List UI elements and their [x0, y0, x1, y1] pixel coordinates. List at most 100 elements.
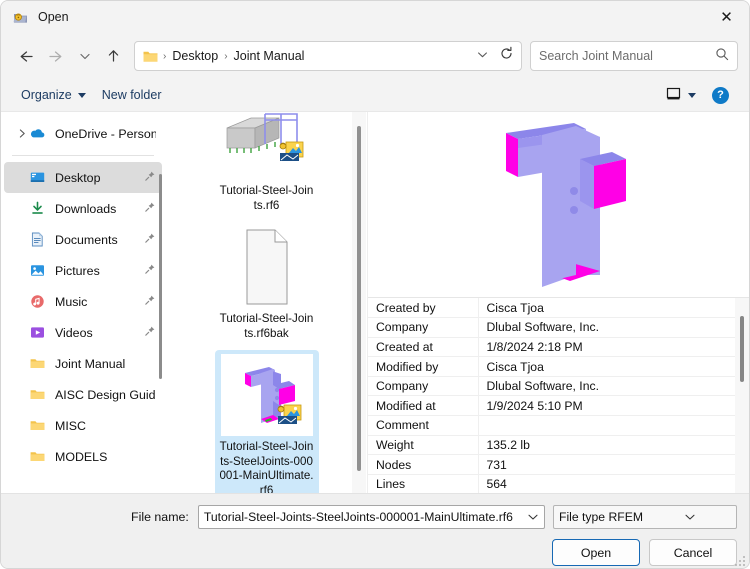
- documents-icon: [29, 231, 46, 248]
- property-key: Created at: [368, 337, 479, 358]
- table-row: Lines 564: [368, 474, 735, 493]
- sidebar-item-label: Videos: [55, 325, 93, 340]
- sidebar-item-pictures[interactable]: Pictures: [4, 255, 162, 286]
- blank-document-thumbnail: [221, 226, 313, 308]
- sidebar-item-music[interactable]: Music: [4, 286, 162, 317]
- pin-icon[interactable]: [144, 200, 156, 218]
- table-row: Nodes 731: [368, 454, 735, 475]
- folder-icon: [29, 417, 46, 434]
- help-icon: ?: [712, 86, 729, 104]
- file-list-scrollbar-thumb[interactable]: [357, 126, 361, 471]
- view-layout-icon: [665, 86, 682, 105]
- breadcrumb-joint-manual[interactable]: Joint Manual: [229, 46, 310, 66]
- file-tile-steel-joints-rf6bak[interactable]: Tutorial-Steel-Joints.rf6bak: [215, 222, 319, 346]
- pin-icon[interactable]: [144, 169, 156, 187]
- sidebar-item-misc[interactable]: MISC: [4, 410, 162, 441]
- property-value: Dlubal Software, Inc.: [478, 376, 735, 397]
- dialog-body: OneDrive - Personal Desktop: [1, 111, 749, 493]
- property-value: 135.2 lb: [478, 435, 735, 456]
- sidebar-item-onedrive[interactable]: OneDrive - Personal: [4, 118, 162, 149]
- chevron-down-icon: [77, 92, 86, 98]
- property-key: Modified by: [368, 356, 479, 377]
- sidebar-scrollbar[interactable]: [159, 174, 162, 379]
- table-row: Company Dlubal Software, Inc.: [368, 317, 735, 338]
- sidebar-item-aisc-design-guide[interactable]: AISC Design Guid: [4, 379, 162, 410]
- help-button[interactable]: ?: [704, 83, 737, 108]
- file-tile-steel-joints-mainultimate[interactable]: Tutorial-Steel-Joints-SteelJoints-000001…: [214, 350, 319, 493]
- search-box[interactable]: [530, 41, 738, 71]
- pin-icon[interactable]: [144, 262, 156, 280]
- file-type-combobox[interactable]: File type RFEM (*.rf6 *.rf6bak *.r: [553, 505, 737, 529]
- forward-button[interactable]: [41, 41, 70, 71]
- sidebar-item-desktop[interactable]: Desktop: [4, 162, 162, 193]
- change-view-button[interactable]: [657, 82, 704, 109]
- property-value: Cisca Tjoa: [478, 298, 735, 319]
- open-button[interactable]: Open: [552, 539, 640, 566]
- file-type-value: File type RFEM (*.rf6 *.rf6bak *.r: [559, 510, 647, 524]
- property-key: Lines: [368, 474, 479, 493]
- close-icon: ✕: [720, 9, 733, 26]
- back-button[interactable]: [12, 41, 41, 71]
- refresh-icon: [499, 46, 514, 66]
- recent-locations-chevron-icon: [78, 50, 92, 62]
- file-tile-steel-joints-rf6[interactable]: Tutorial-Steel-Joints.rf6: [215, 112, 319, 218]
- sidebar-item-models[interactable]: MODELS: [4, 441, 162, 472]
- open-button-label: Open: [580, 545, 612, 560]
- file-name-combobox[interactable]: [197, 505, 545, 529]
- property-value: Cisca Tjoa: [478, 356, 735, 377]
- pictures-icon: [29, 262, 46, 279]
- address-dropdown-button[interactable]: [470, 43, 494, 69]
- pin-icon[interactable]: [144, 231, 156, 249]
- close-button[interactable]: ✕: [704, 1, 749, 33]
- pin-icon[interactable]: [144, 293, 156, 311]
- refresh-button[interactable]: [494, 43, 518, 69]
- sidebar-item-documents[interactable]: Documents: [4, 224, 162, 255]
- new-folder-button[interactable]: New folder: [94, 84, 170, 106]
- details-pane: Created by Cisca Tjoa Company Dlubal Sof…: [368, 112, 749, 493]
- sidebar-item-joint-manual[interactable]: Joint Manual: [4, 348, 162, 379]
- breadcrumb-desktop[interactable]: Desktop: [167, 46, 223, 66]
- cancel-button-label: Cancel: [673, 545, 713, 560]
- address-bar[interactable]: › Desktop › Joint Manual: [134, 41, 522, 71]
- new-folder-label: New folder: [101, 88, 162, 102]
- property-value: 1/8/2024 2:18 PM: [478, 337, 735, 358]
- search-icon: [715, 47, 729, 66]
- property-key: Weight: [368, 435, 479, 456]
- file-name-input[interactable]: [203, 510, 524, 524]
- pin-icon[interactable]: [144, 324, 156, 342]
- resize-grip[interactable]: [735, 555, 746, 566]
- chevron-down-icon[interactable]: [647, 512, 735, 522]
- open-file-dialog: Open ✕ › Desktop › Joint Manual Search J…: [0, 0, 750, 569]
- sidebar-item-downloads[interactable]: Downloads: [4, 193, 162, 224]
- organize-button[interactable]: Organize: [13, 84, 94, 106]
- search-input[interactable]: [539, 49, 715, 63]
- properties-scrollbar-thumb[interactable]: [740, 316, 744, 382]
- expand-chevron-icon[interactable]: [15, 128, 29, 139]
- recent-locations-button[interactable]: [70, 41, 99, 71]
- chevron-down-icon[interactable]: [524, 512, 542, 522]
- table-row: Created by Cisca Tjoa: [368, 298, 735, 319]
- up-button[interactable]: [99, 41, 128, 71]
- sidebar-item-videos[interactable]: Videos: [4, 317, 162, 348]
- dialog-footer: File name: File type RFEM (*.rf6 *.rf6ba…: [1, 493, 749, 568]
- navigation-sidebar: OneDrive - Personal Desktop: [1, 112, 166, 493]
- table-row: Weight 135.2 lb: [368, 435, 735, 456]
- property-value: Dlubal Software, Inc.: [478, 317, 735, 338]
- steel-frame-thumbnail: [221, 112, 313, 180]
- steel-joint-3d-preview: [423, 114, 694, 295]
- table-row: Modified at 1/9/2024 5:10 PM: [368, 395, 735, 417]
- table-row: Company Dlubal Software, Inc.: [368, 376, 735, 397]
- cancel-button[interactable]: Cancel: [649, 539, 737, 566]
- title-bar: Open ✕: [1, 1, 749, 33]
- downloads-icon: [29, 200, 46, 217]
- table-row: Modified by Cisca Tjoa: [368, 356, 735, 377]
- property-key: Created by: [368, 298, 479, 319]
- property-key: Company: [368, 317, 479, 338]
- up-arrow-icon: [106, 48, 121, 64]
- folder-icon: [29, 448, 46, 465]
- sidebar-divider: [12, 155, 154, 156]
- property-value: 564: [478, 474, 735, 493]
- file-list: Tutorial-Steel-Joints.rf6 Tutorial-Steel…: [166, 112, 368, 493]
- sidebar-item-label: MISC: [55, 418, 86, 433]
- file-name-label: File name:: [131, 510, 189, 524]
